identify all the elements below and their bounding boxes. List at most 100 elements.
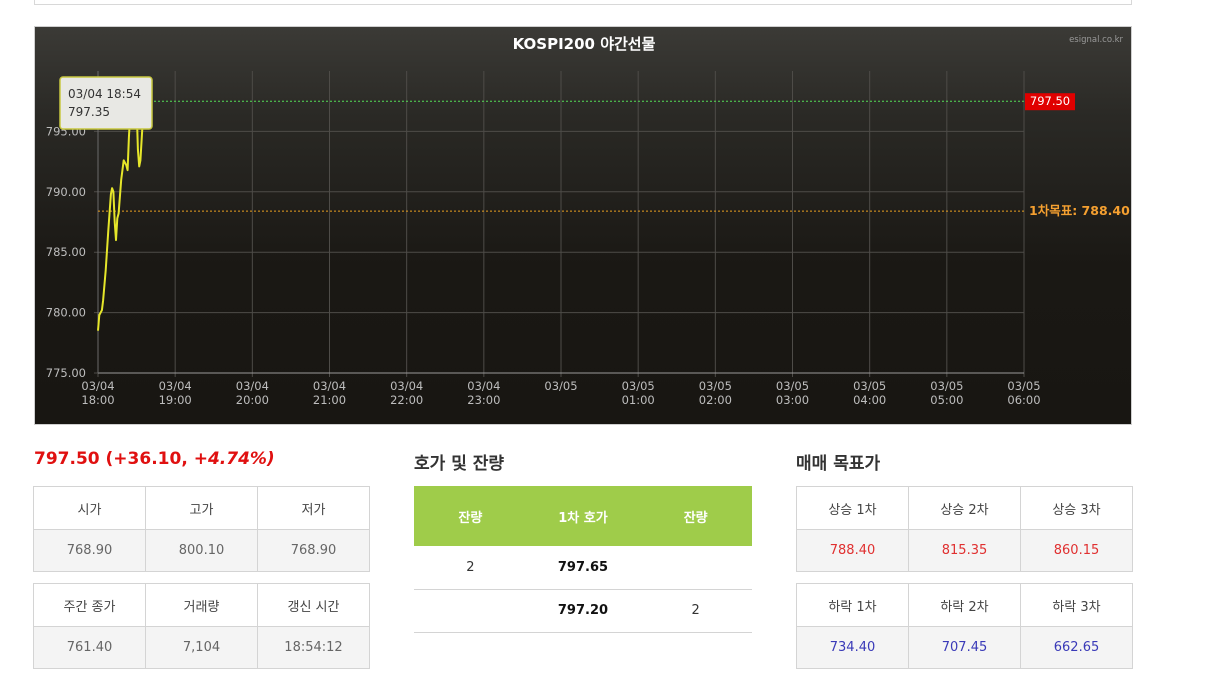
futures-chart-panel: KOSPI200 야간선물 esignal.co.kr 03/04 18:00 03/0… xyxy=(34,26,1132,425)
tooltip-value: 797.35 xyxy=(68,105,110,119)
bid-qty: 2 xyxy=(639,589,752,633)
volume-value: 7,104 xyxy=(145,626,258,669)
data-point xyxy=(140,160,141,161)
down-target-1-value: 734.40 xyxy=(796,626,909,669)
data-point xyxy=(126,165,127,166)
order-book-table: 잔량 1차 호가 잔량 2 797.65 797.20 2 xyxy=(414,486,752,633)
chart-title: KOSPI200 야간선물 xyxy=(513,35,656,53)
x-tick-label: 03/04 xyxy=(81,379,114,393)
down-target-3-value: 662.65 xyxy=(1020,626,1133,669)
data-point xyxy=(101,310,102,311)
data-point xyxy=(123,160,124,161)
x-tick-label: 03/05 xyxy=(776,379,809,393)
x-tick-label: 18:00 xyxy=(81,393,114,407)
ask-qty-header: 잔량 xyxy=(414,486,527,546)
data-point xyxy=(139,166,140,167)
x-tick-label: 03/04 xyxy=(467,379,500,393)
down-target-2-header: 하락 2차 xyxy=(908,583,1021,627)
quote-price: 797.65 xyxy=(526,546,640,590)
bid-qty-header: 잔량 xyxy=(639,486,752,546)
close-volume-table: 주간 종가 거래량 갱신 시간 761.40 7,104 18:54:12 xyxy=(33,583,370,669)
data-point xyxy=(127,169,128,170)
price-header: 1차 호가 xyxy=(526,486,640,546)
x-tick-label: 03/05 xyxy=(622,379,655,393)
x-tick-label: 03/04 xyxy=(159,379,192,393)
data-point xyxy=(99,314,100,315)
chart-watermark: esignal.co.kr xyxy=(1069,35,1123,45)
current-price: 797.50 xyxy=(34,449,100,469)
x-tick-label: 03/05 xyxy=(544,379,577,393)
up-targets-table: 상승 1차 상승 2차 상승 3차 788.40 815.35 860.15 xyxy=(796,486,1133,572)
low-value: 768.90 xyxy=(257,529,370,572)
data-point xyxy=(97,330,98,331)
open-value: 768.90 xyxy=(33,529,146,572)
x-tick-label: 02:00 xyxy=(699,393,732,407)
y-tick-label: 785.00 xyxy=(46,245,86,259)
top-frame xyxy=(34,0,1132,5)
data-point xyxy=(118,213,119,214)
data-point xyxy=(117,218,118,219)
data-point xyxy=(128,137,129,138)
open-header: 시가 xyxy=(33,486,146,530)
down-target-2-value: 707.45 xyxy=(908,626,1021,669)
down-targets-table: 하락 1차 하락 2차 하락 3차 734.40 707.45 662.65 xyxy=(796,583,1133,669)
data-point xyxy=(110,194,111,195)
bid-qty xyxy=(639,546,752,590)
x-tick-label: 23:00 xyxy=(467,393,500,407)
x-tick-label: 21:00 xyxy=(313,393,346,407)
volume-header: 거래량 xyxy=(145,583,258,627)
update-time-header: 갱신 시간 xyxy=(257,583,370,627)
data-point xyxy=(113,191,114,192)
x-tick-label: 06:00 xyxy=(1007,393,1040,407)
down-target-1-header: 하락 1차 xyxy=(796,583,909,627)
open-high-low-table: 시가 고가 저가 768.90 800.10 768.90 xyxy=(33,486,370,572)
targets-title: 매매 목표가 xyxy=(796,454,881,474)
x-tick-label: 05:00 xyxy=(930,393,963,407)
x-tick-label: 19:00 xyxy=(159,393,192,407)
update-time-value: 18:54:12 xyxy=(257,626,370,669)
quote-price: 797.20 xyxy=(526,589,640,633)
tooltip-time: 03/04 18:54 xyxy=(68,87,141,101)
x-tick-label: 03/04 xyxy=(313,379,346,393)
x-tick-label: 03/04 xyxy=(236,379,269,393)
tooltip-box xyxy=(59,76,153,130)
x-tick-label: 20:00 xyxy=(236,393,269,407)
high-header: 고가 xyxy=(145,486,258,530)
x-tick-label: 04:00 xyxy=(853,393,886,407)
x-tick-label: 03/05 xyxy=(699,379,732,393)
data-point xyxy=(108,230,109,231)
ask-qty: 2 xyxy=(414,546,527,590)
x-tick-label: 03/04 xyxy=(390,379,423,393)
high-value: 800.10 xyxy=(145,529,258,572)
x-tick-label: 03/05 xyxy=(1007,379,1040,393)
x-tick-label: 01:00 xyxy=(622,393,655,407)
price-series-line xyxy=(97,96,152,331)
price-change: (+36.10, xyxy=(105,449,188,469)
x-tick-label: 03:00 xyxy=(776,393,809,407)
target-line-label: 1차목표: 788.40 xyxy=(1029,203,1130,218)
day-close-value: 761.40 xyxy=(33,626,146,669)
up-target-2-header: 상승 2차 xyxy=(908,486,1021,530)
up-target-1-value: 788.40 xyxy=(796,529,909,572)
hoga-title: 호가 및 잔량 xyxy=(414,454,505,474)
day-close-header: 주간 종가 xyxy=(33,583,146,627)
y-tick-label: 780.00 xyxy=(46,306,86,320)
y-tick-label: 775.00 xyxy=(46,366,86,380)
data-point xyxy=(121,179,122,180)
current-price-badge-label: 797.50 xyxy=(1030,94,1070,108)
price-summary: 797.50 (+36.10, +4.74%) xyxy=(34,449,275,469)
table-row: 2 797.65 xyxy=(414,546,752,590)
up-target-3-header: 상승 3차 xyxy=(1020,486,1133,530)
table-row: 797.20 2 xyxy=(414,589,752,633)
line-chart: KOSPI200 야간선물 esignal.co.kr03/0418:0003/0… xyxy=(46,35,1130,407)
x-tick-label: 03/05 xyxy=(930,379,963,393)
ask-qty xyxy=(414,589,527,633)
data-point xyxy=(105,270,106,271)
up-target-2-value: 815.35 xyxy=(908,529,1021,572)
x-tick-label: 03/05 xyxy=(853,379,886,393)
data-point xyxy=(114,221,115,222)
x-tick-label: 22:00 xyxy=(390,393,423,407)
data-point xyxy=(103,300,104,301)
low-header: 저가 xyxy=(257,486,370,530)
data-point xyxy=(137,149,138,150)
